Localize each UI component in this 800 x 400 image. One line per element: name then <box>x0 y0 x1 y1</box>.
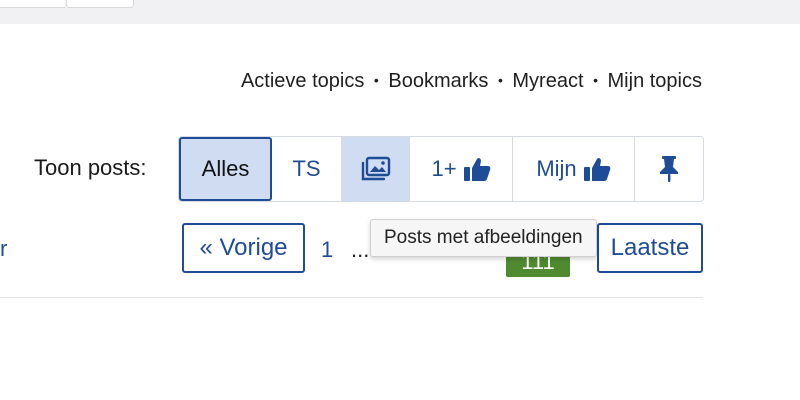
separator-dot <box>488 70 512 93</box>
filter-ts-label: TS <box>292 156 321 181</box>
separator-dot <box>364 70 388 93</box>
thumbs-up-icon <box>463 156 491 182</box>
page-link-first[interactable]: 1 <box>321 237 333 263</box>
filter-1plus-label: 1+ <box>431 156 457 181</box>
last-page-button[interactable]: Laatste <box>597 223 703 273</box>
filter-ts-button[interactable]: TS <box>272 137 342 201</box>
filter-mine-label: Mijn <box>536 156 577 181</box>
previous-page-button[interactable]: « Vorige <box>182 223 305 273</box>
quick-links: Actieve topics Bookmarks Myreact Mijn topic… <box>241 70 702 93</box>
filter-label: Toon posts: <box>34 155 147 180</box>
pagination-left-fragment[interactable]: r <box>0 236 7 262</box>
top-strip <box>0 0 800 24</box>
link-actieve-topics[interactable]: Actieve topics <box>241 70 364 92</box>
filter-mine-button[interactable]: Mijn <box>513 137 635 201</box>
pin-icon <box>658 155 680 183</box>
divider <box>0 297 703 298</box>
filter-all-button[interactable]: Alles <box>179 137 272 201</box>
filter-all-label: Alles <box>201 156 250 181</box>
separator-dot <box>584 70 608 93</box>
images-icon <box>361 156 391 182</box>
link-mijn-topics[interactable]: Mijn topics <box>608 70 702 92</box>
filter-images-button[interactable] <box>342 137 410 201</box>
top-strip-tab <box>66 0 134 8</box>
filter-pinned-button[interactable] <box>635 137 703 201</box>
images-tooltip: Posts met afbeeldingen <box>370 219 597 257</box>
post-filter-group: Alles TS 1+ Mijn <box>178 136 704 202</box>
top-strip-left <box>0 0 65 8</box>
filter-1plus-button[interactable]: 1+ <box>410 137 513 201</box>
pagination-ellipsis: ... <box>351 237 370 262</box>
thumbs-up-icon <box>583 156 611 182</box>
link-myreact[interactable]: Myreact <box>512 70 583 92</box>
link-bookmarks[interactable]: Bookmarks <box>388 70 488 92</box>
